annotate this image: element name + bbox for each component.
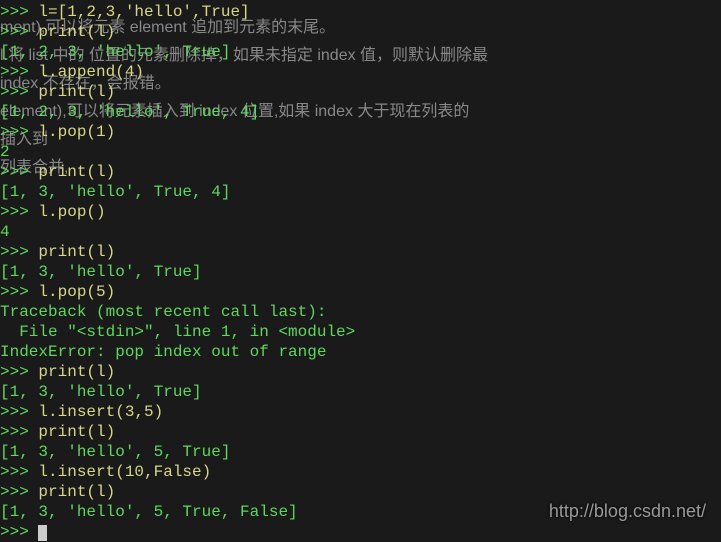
terminal-line: [1, 3, 'hello', True, 4] — [0, 182, 721, 202]
python-output: [1, 3, 'hello', True, 4] — [0, 183, 230, 201]
python-input: l.pop(5) — [38, 283, 115, 301]
terminal-line: [1, 3, 'hello', True] — [0, 382, 721, 402]
python-traceback: File "<stdin>", line 1, in <module> — [0, 323, 355, 341]
python-input: print(l) — [38, 243, 115, 261]
terminal-line: >>> l.pop(1) — [0, 122, 721, 142]
python-input: print(l) — [38, 363, 115, 381]
python-prompt: >>> — [0, 3, 38, 21]
python-traceback: Traceback (most recent call last): — [0, 303, 326, 321]
python-prompt: >>> — [0, 423, 38, 441]
terminal-line: IndexError: pop index out of range — [0, 342, 721, 362]
terminal-line: >>> print(l) — [0, 82, 721, 102]
terminal-line: >>> l.pop(5) — [0, 282, 721, 302]
python-output: [1, 3, 'hello', True] — [0, 263, 202, 281]
terminal-line: [1, 3, 'hello', True] — [0, 262, 721, 282]
python-prompt: >>> — [0, 123, 38, 141]
python-prompt: >>> — [0, 203, 38, 221]
python-input: l.pop(1) — [38, 123, 115, 141]
terminal-output[interactable]: >>> l=[1,2,3,'hello',True]>>> print(l)[1… — [0, 0, 721, 542]
python-prompt: >>> — [0, 163, 38, 181]
python-output: [1, 2, 3, 'hello', True, 4] — [0, 103, 259, 121]
python-prompt: >>> — [0, 23, 38, 41]
terminal-line: File "<stdin>", line 1, in <module> — [0, 322, 721, 342]
terminal-line: >>> print(l) — [0, 22, 721, 42]
python-input: print(l) — [38, 163, 115, 181]
python-prompt: >>> — [0, 243, 38, 261]
terminal-line: >>> print(l) — [0, 422, 721, 442]
terminal-line: [1, 2, 3, 'hello', True] — [0, 42, 721, 62]
python-prompt: >>> — [0, 523, 38, 541]
python-output: 2 — [0, 143, 10, 161]
python-input: l.insert(10,False) — [38, 463, 211, 481]
terminal-line: >>> print(l) — [0, 242, 721, 262]
terminal-cursor — [38, 525, 47, 541]
python-input: l=[1,2,3,'hello',True] — [38, 3, 249, 21]
python-prompt: >>> — [0, 63, 38, 81]
python-input: print(l) — [38, 483, 115, 501]
python-traceback: IndexError: pop index out of range — [0, 343, 326, 361]
terminal-line: 4 — [0, 222, 721, 242]
python-output: 4 — [0, 223, 10, 241]
python-input: print(l) — [38, 423, 115, 441]
terminal-line: >>> print(l) — [0, 362, 721, 382]
terminal-line: >>> l.pop() — [0, 202, 721, 222]
python-output: [1, 3, 'hello', 5, True, False] — [0, 503, 298, 521]
python-input: l.insert(3,5) — [38, 403, 163, 421]
terminal-line: [1, 2, 3, 'hello', True, 4] — [0, 102, 721, 122]
terminal-line: >>> print(l) — [0, 482, 721, 502]
python-output: [1, 3, 'hello', True] — [0, 383, 202, 401]
terminal-line: Traceback (most recent call last): — [0, 302, 721, 322]
terminal-line: >>> l.insert(10,False) — [0, 462, 721, 482]
terminal-line: 2 — [0, 142, 721, 162]
python-prompt: >>> — [0, 83, 38, 101]
terminal-line: >>> — [0, 522, 721, 542]
python-output: [1, 2, 3, 'hello', True] — [0, 43, 230, 61]
python-output: [1, 3, 'hello', 5, True] — [0, 443, 230, 461]
python-prompt: >>> — [0, 363, 38, 381]
terminal-line: >>> l.insert(3,5) — [0, 402, 721, 422]
python-prompt: >>> — [0, 463, 38, 481]
terminal-line: [1, 3, 'hello', 5, True] — [0, 442, 721, 462]
python-input: print(l) — [38, 83, 115, 101]
python-prompt: >>> — [0, 403, 38, 421]
terminal-line: >>> print(l) — [0, 162, 721, 182]
watermark-text: http://blog.csdn.net/ — [549, 501, 706, 521]
python-input: print(l) — [38, 23, 115, 41]
python-input: l.pop() — [38, 203, 105, 221]
terminal-line: >>> l.append(4) — [0, 62, 721, 82]
python-prompt: >>> — [0, 483, 38, 501]
python-prompt: >>> — [0, 283, 38, 301]
terminal-line: >>> l=[1,2,3,'hello',True] — [0, 2, 721, 22]
python-input: l.append(4) — [38, 63, 144, 81]
